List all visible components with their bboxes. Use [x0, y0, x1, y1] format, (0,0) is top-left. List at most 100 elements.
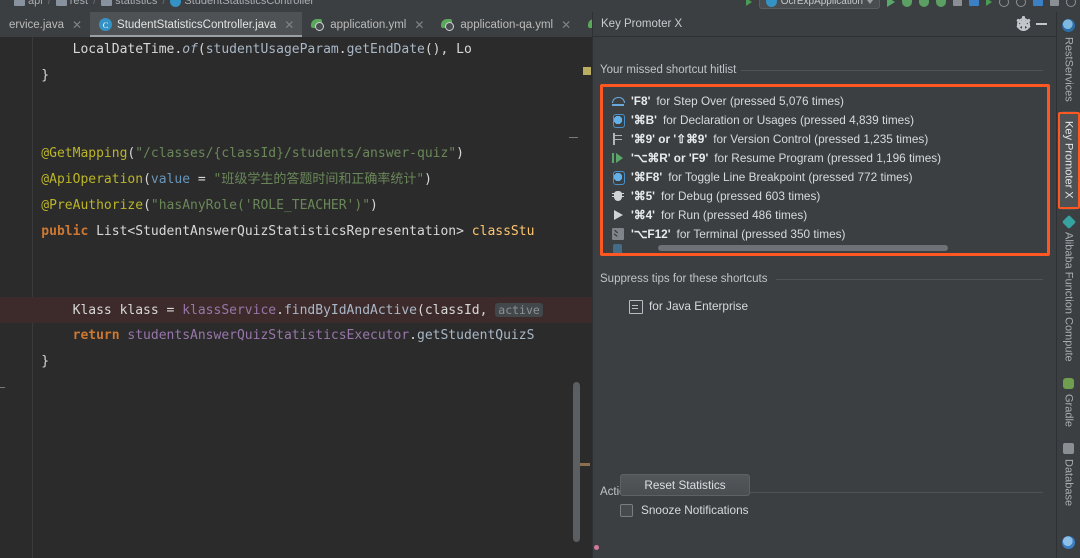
section-divider	[741, 70, 1043, 71]
hitlist-item[interactable]: '⌘F8' for Toggle Line Breakpoint (presse…	[603, 167, 1047, 186]
snooze-notifications-row[interactable]: Snooze Notifications	[620, 503, 749, 517]
reset-statistics-button[interactable]: Reset Statistics	[620, 474, 750, 496]
hitlist-item[interactable]: '⌘4' for Run (pressed 486 times)	[603, 205, 1047, 224]
tool-window-header: Key Promoter X	[593, 12, 1056, 37]
code-editor[interactable]: LocalDateTime.of(studentUsageParam.getEn…	[0, 37, 592, 558]
close-icon[interactable]: ✕	[414, 18, 424, 32]
editor-tab-application-qa-yml[interactable]: application-qa.yml ✕	[432, 12, 579, 37]
section-divider	[776, 279, 1043, 280]
profiler-button[interactable]	[936, 0, 946, 7]
breadcrumb-item-api[interactable]: api	[14, 0, 43, 7]
run-arrow-icon[interactable]	[745, 0, 752, 6]
gradle-icon	[1063, 378, 1074, 390]
missed-shortcut-hitlist[interactable]: 'F8' for Step Over (pressed 5,076 times)…	[600, 84, 1050, 256]
sidebar-item-label: RestServices	[1062, 37, 1075, 102]
run-coverage-button[interactable]	[919, 0, 929, 7]
sidebar-item-label: Key Promoter X	[1062, 120, 1075, 199]
editor-vertical-scrollbar[interactable]	[573, 382, 580, 542]
folder-icon	[14, 0, 25, 6]
snooze-notifications-checkbox[interactable]	[620, 503, 633, 517]
hitlist-item[interactable]: '⌘9' or '⇧⌘9' for Version Control (press…	[603, 129, 1047, 148]
git-history-button[interactable]	[999, 0, 1009, 7]
editor-tab-service[interactable]: ervice.java ✕	[0, 12, 90, 37]
spring-yaml-icon	[441, 18, 455, 31]
terminal-icon	[611, 227, 625, 241]
tab-label: application.yml	[330, 18, 407, 31]
git-update-button[interactable]	[969, 0, 979, 6]
editor-tab-strip: ervice.java ✕ C StudentStatisticsControl…	[0, 12, 592, 37]
alibaba-icon	[1061, 215, 1076, 230]
hitlist-description: for Declaration or Usages (pressed 4,839…	[662, 112, 915, 127]
sidebar-item-restservices[interactable]: RestServices	[1062, 12, 1075, 111]
folding-marker[interactable]	[0, 387, 5, 388]
hitlist-item[interactable]: 'F8' for Step Over (pressed 5,076 times)	[603, 91, 1047, 110]
settings-button[interactable]	[1014, 15, 1032, 33]
declaration-icon	[611, 112, 625, 128]
hitlist-horizontal-scrollbar[interactable]	[658, 245, 948, 251]
debug-button[interactable]	[902, 0, 912, 7]
project-structure-button[interactable]	[1050, 0, 1059, 6]
tab-label: StudentStatisticsController.java	[117, 18, 277, 31]
code-line: @PreAuthorize("hasAnyRole('ROLE_TEACHER'…	[10, 198, 378, 213]
breadcrumb-separator: /	[47, 0, 51, 7]
breadcrumb-item-statistics[interactable]: statistics	[101, 0, 157, 7]
settings-button[interactable]	[1033, 0, 1043, 6]
suppress-item-label: for Java Enterprise	[649, 299, 749, 313]
tool-window-icon	[1062, 536, 1075, 549]
breadcrumb-label: api	[28, 0, 43, 7]
breakpoint-icon	[611, 169, 625, 185]
sidebar-item-alibaba-function-compute[interactable]: Alibaba Function Compute	[1061, 210, 1076, 371]
resume-program-icon	[611, 151, 625, 165]
run-button[interactable]	[887, 0, 895, 7]
breadcrumb-item-class[interactable]: StudentStatisticsController	[170, 0, 314, 7]
search-icon[interactable]	[1066, 0, 1076, 7]
sidebar-item-bottom[interactable]	[1062, 529, 1075, 558]
hitlist-shortcut: 'F8'	[631, 93, 651, 108]
code-line: public List<StudentAnswerQuizStatisticsR…	[10, 224, 535, 239]
java-enterprise-icon	[628, 299, 643, 314]
status-indicator	[594, 545, 599, 550]
breadcrumb-label: rest	[69, 0, 89, 7]
hitlist-item[interactable]: '⌥⌘R' or 'F9' for Resume Program (presse…	[603, 148, 1047, 167]
code-line: return studentsAnswerQuizStatisticsExecu…	[10, 328, 535, 343]
hitlist-shortcut: '⌘F8'	[631, 169, 663, 184]
tool-window-title: Key Promoter X	[601, 18, 683, 30]
hitlist-item[interactable]: '⌘5' for Debug (pressed 603 times)	[603, 186, 1047, 205]
minimize-icon	[1035, 23, 1047, 25]
git-rollback-button[interactable]	[1016, 0, 1026, 7]
sidebar-item-database[interactable]: Database	[1063, 436, 1075, 515]
rest-services-icon	[1062, 19, 1075, 32]
close-icon[interactable]: ✕	[284, 18, 294, 32]
editor-tab-application-yml[interactable]: application.yml ✕	[302, 12, 432, 37]
version-control-icon	[611, 132, 625, 146]
run-configuration-selector[interactable]: OcrExpApplication	[758, 0, 880, 9]
run-icon	[611, 208, 625, 222]
run-toolbar: OcrExpApplication	[745, 0, 1076, 9]
breadcrumb-item-rest[interactable]: rest	[55, 0, 89, 7]
sidebar-item-gradle[interactable]: Gradle	[1063, 371, 1075, 436]
editor-tab-student-statistics-controller[interactable]: C StudentStatisticsController.java ✕	[90, 12, 303, 37]
sidebar-item-key-promoter-x[interactable]: Key Promoter X	[1057, 111, 1080, 210]
sidebar-item-label: Gradle	[1062, 394, 1075, 428]
hitlist-item[interactable]: '⌥F12' for Terminal (pressed 350 times)	[603, 224, 1047, 243]
suppress-item[interactable]: for Java Enterprise	[628, 299, 749, 314]
code-line: @ApiOperation(value = "班级学生的答题时间和正确率统计")	[10, 172, 432, 187]
hitlist-description: for Toggle Line Breakpoint (pressed 772 …	[668, 169, 913, 184]
chevron-down-icon	[867, 0, 873, 4]
hitlist-item[interactable]: '⌘B' for Declaration or Usages (pressed …	[603, 110, 1047, 129]
sidebar-item-label: Database	[1062, 459, 1075, 507]
git-commit-button[interactable]	[986, 0, 992, 6]
editor-tab-api[interactable]: api	[579, 12, 592, 37]
stop-button[interactable]	[953, 0, 962, 6]
hitlist-description: for Version Control (pressed 1,235 times…	[713, 131, 929, 146]
hitlist-description: for Resume Program (pressed 1,196 times)	[714, 150, 942, 165]
hide-tool-window-button[interactable]	[1032, 15, 1050, 33]
hitlist-shortcut: '⌘5'	[631, 188, 655, 203]
breadcrumb-label: StudentStatisticsController	[184, 0, 315, 7]
gear-icon	[1015, 16, 1031, 32]
close-icon[interactable]: ✕	[561, 18, 571, 32]
close-icon[interactable]: ✕	[72, 18, 82, 32]
spring-yaml-icon	[311, 18, 325, 31]
tab-label: ervice.java	[9, 18, 64, 31]
